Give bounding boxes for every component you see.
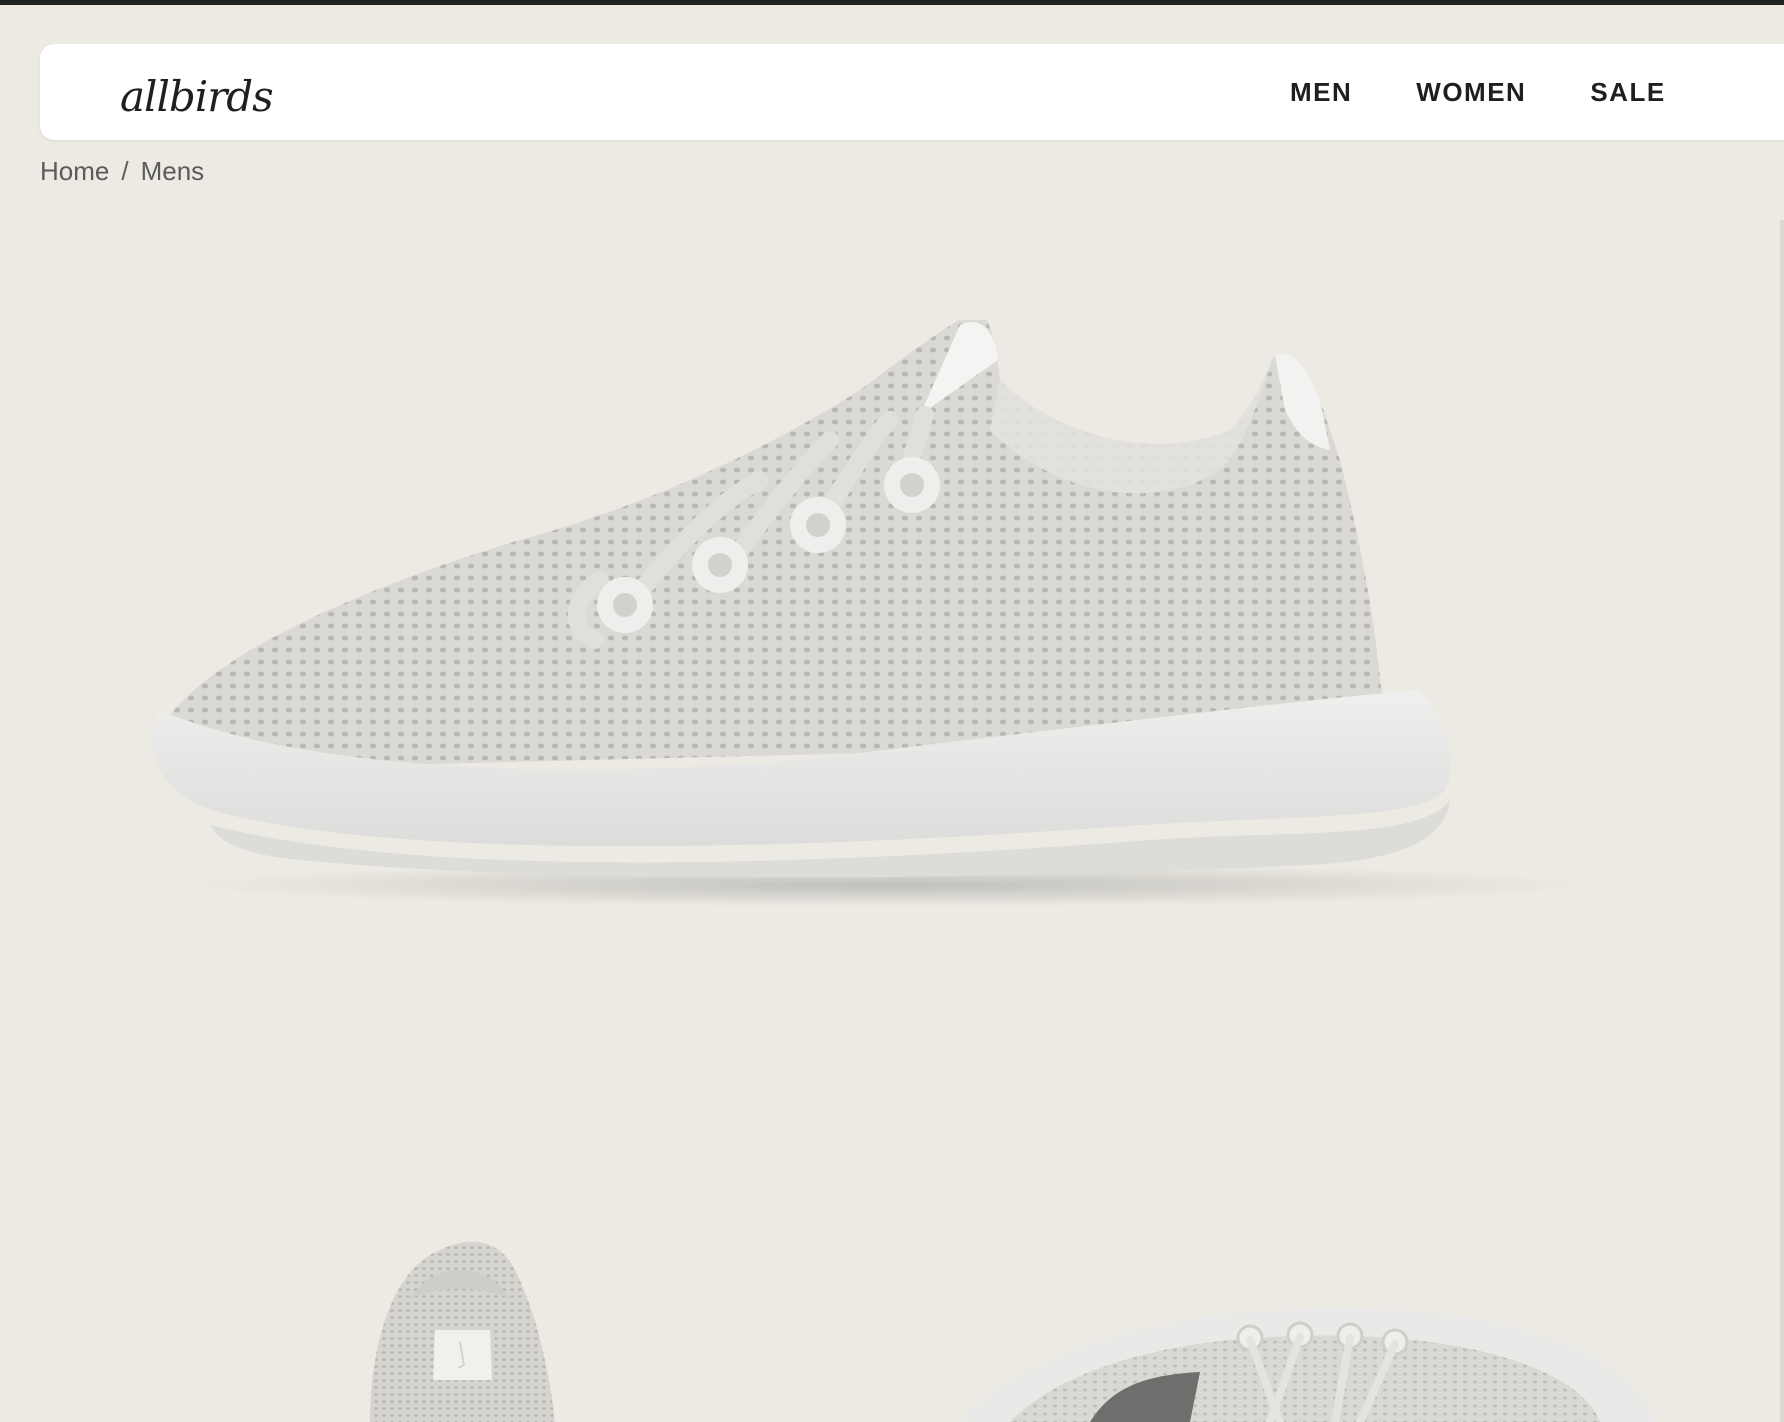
product-hero-image[interactable]: [100, 310, 1700, 1040]
product-thumbnail-back[interactable]: [340, 1230, 600, 1422]
right-panel-edge: [1780, 220, 1784, 1422]
shoe-side-icon: [152, 310, 1590, 907]
breadcrumb-mens[interactable]: Mens: [141, 156, 205, 187]
browser-top-strip: [0, 0, 1784, 5]
nav-link-men[interactable]: MEN: [1290, 77, 1352, 108]
brand-logo[interactable]: allbirds: [78, 54, 274, 124]
primary-nav: MEN WOMEN SALE: [1290, 44, 1666, 140]
breadcrumb-home[interactable]: Home: [40, 156, 109, 187]
shoe-top-icon: [960, 1308, 1655, 1422]
product-thumbnail-top[interactable]: [940, 1290, 1700, 1422]
nav-link-sale[interactable]: SALE: [1590, 77, 1665, 108]
nav-link-women[interactable]: WOMEN: [1416, 77, 1526, 108]
breadcrumb-separator: /: [121, 156, 129, 186]
site-header: allbirds MEN WOMEN SALE: [40, 44, 1784, 140]
shoe-back-icon: [370, 1241, 555, 1422]
brand-logo-text: allbirds: [120, 72, 274, 121]
breadcrumb: Home / Mens: [40, 156, 204, 187]
